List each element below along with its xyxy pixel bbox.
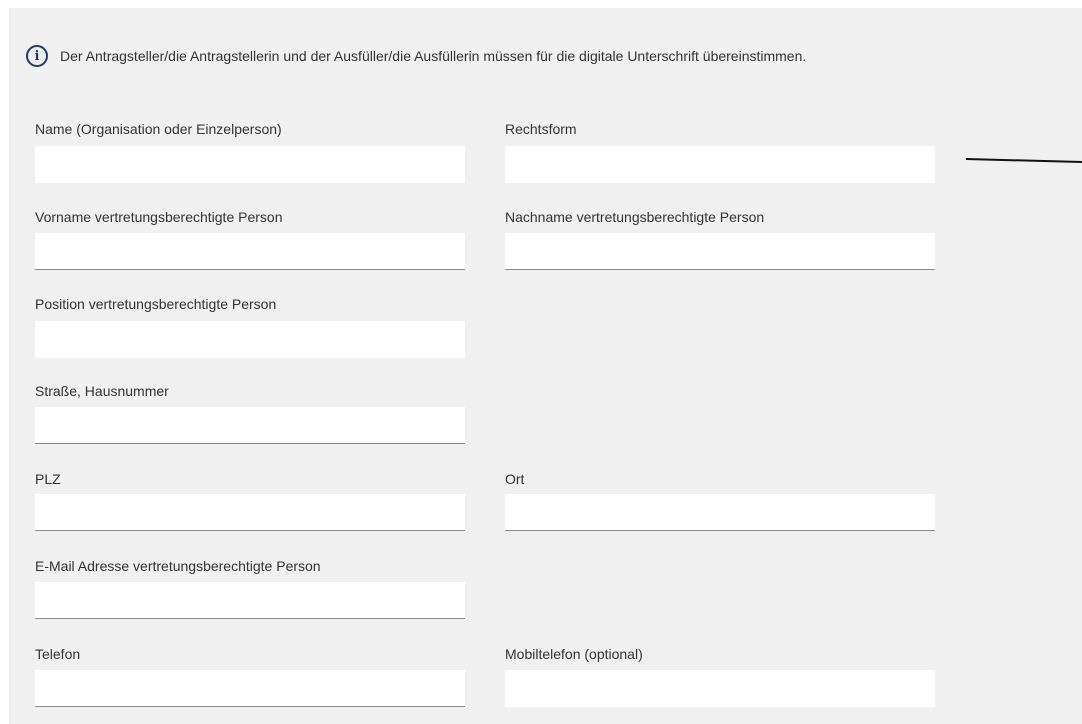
vorname-label: Vorname vertretungsberechtigte Person <box>35 209 283 225</box>
plz-label: PLZ <box>35 471 61 487</box>
nachname-input[interactable] <box>505 233 935 270</box>
telefon-label: Telefon <box>35 646 81 662</box>
email-input[interactable] <box>35 582 465 619</box>
ort-label: Ort <box>505 471 525 487</box>
position-input[interactable] <box>35 321 465 358</box>
email-label: E-Mail Adresse vertretungsberechtigte Pe… <box>35 558 321 574</box>
name-input[interactable] <box>35 146 465 183</box>
mobiltelefon-input[interactable] <box>505 670 935 707</box>
mobiltelefon-label: Mobiltelefon (optional) <box>505 646 643 662</box>
position-label: Position vertretungsberechtigte Person <box>35 296 277 312</box>
signature-info-notice: i Der Antragsteller/die Antragstellerin … <box>26 42 806 70</box>
strasse-label: Straße, Hausnummer <box>35 383 169 399</box>
rechtsform-label: Rechtsform <box>505 121 577 137</box>
plz-input[interactable] <box>35 494 465 531</box>
ort-input[interactable] <box>505 494 935 531</box>
vorname-input[interactable] <box>35 233 465 270</box>
nachname-label: Nachname vertretungsberechtigte Person <box>505 209 765 225</box>
strasse-input[interactable] <box>35 407 465 444</box>
rechtsform-input[interactable] <box>505 146 935 183</box>
info-icon: i <box>26 45 48 67</box>
telefon-input[interactable] <box>35 670 465 707</box>
signature-info-text: Der Antragsteller/die Antragstellerin un… <box>60 48 807 64</box>
name-label: Name (Organisation oder Einzelperson) <box>35 121 282 137</box>
